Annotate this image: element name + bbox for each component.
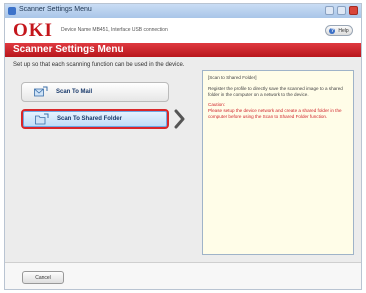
minimize-icon[interactable] xyxy=(325,6,334,15)
caution-text: Please setup the device network and crea… xyxy=(208,108,342,119)
cancel-button[interactable]: Cancel xyxy=(22,271,64,284)
footer: Cancel xyxy=(5,262,361,289)
chevron-right-icon xyxy=(174,109,185,129)
window-title: Scanner Settings Menu xyxy=(19,6,92,13)
scan-to-mail-icon xyxy=(34,86,48,97)
description-panel: [Scan to Shared Folder] Register the pro… xyxy=(202,70,354,255)
scan-to-shared-folder-label: Scan To Shared Folder xyxy=(57,116,122,122)
help-question-icon: ? xyxy=(329,27,336,34)
device-info: Device Name MB451, Interface USB connect… xyxy=(61,27,168,33)
description-body: Register the profile to directly save th… xyxy=(208,85,343,97)
app-icon xyxy=(8,7,16,15)
scanner-settings-window: Scanner Settings Menu OKI Device Name MB… xyxy=(4,3,362,290)
header: OKI Device Name MB451, Interface USB con… xyxy=(5,18,361,43)
title-bar: Scanner Settings Menu xyxy=(5,4,361,18)
scan-to-shared-folder-button[interactable]: Scan To Shared Folder xyxy=(21,109,169,129)
scan-to-mail-label: Scan To Mail xyxy=(56,89,93,95)
oki-logo: OKI xyxy=(13,20,53,41)
page-title: Scanner Settings Menu xyxy=(13,44,124,55)
help-label: Help xyxy=(338,27,349,34)
help-button[interactable]: ? Help xyxy=(325,25,353,36)
window-controls xyxy=(325,6,358,15)
scan-to-folder-icon xyxy=(35,113,49,125)
close-icon[interactable] xyxy=(349,6,358,15)
menu-title-bar: Scanner Settings Menu xyxy=(5,43,361,57)
instruction-text: Set up so that each scanning function ca… xyxy=(13,62,185,68)
scan-to-mail-button[interactable]: Scan To Mail xyxy=(21,82,169,102)
description-heading: [Scan to Shared Folder] xyxy=(208,75,257,80)
maximize-icon[interactable] xyxy=(337,6,346,15)
